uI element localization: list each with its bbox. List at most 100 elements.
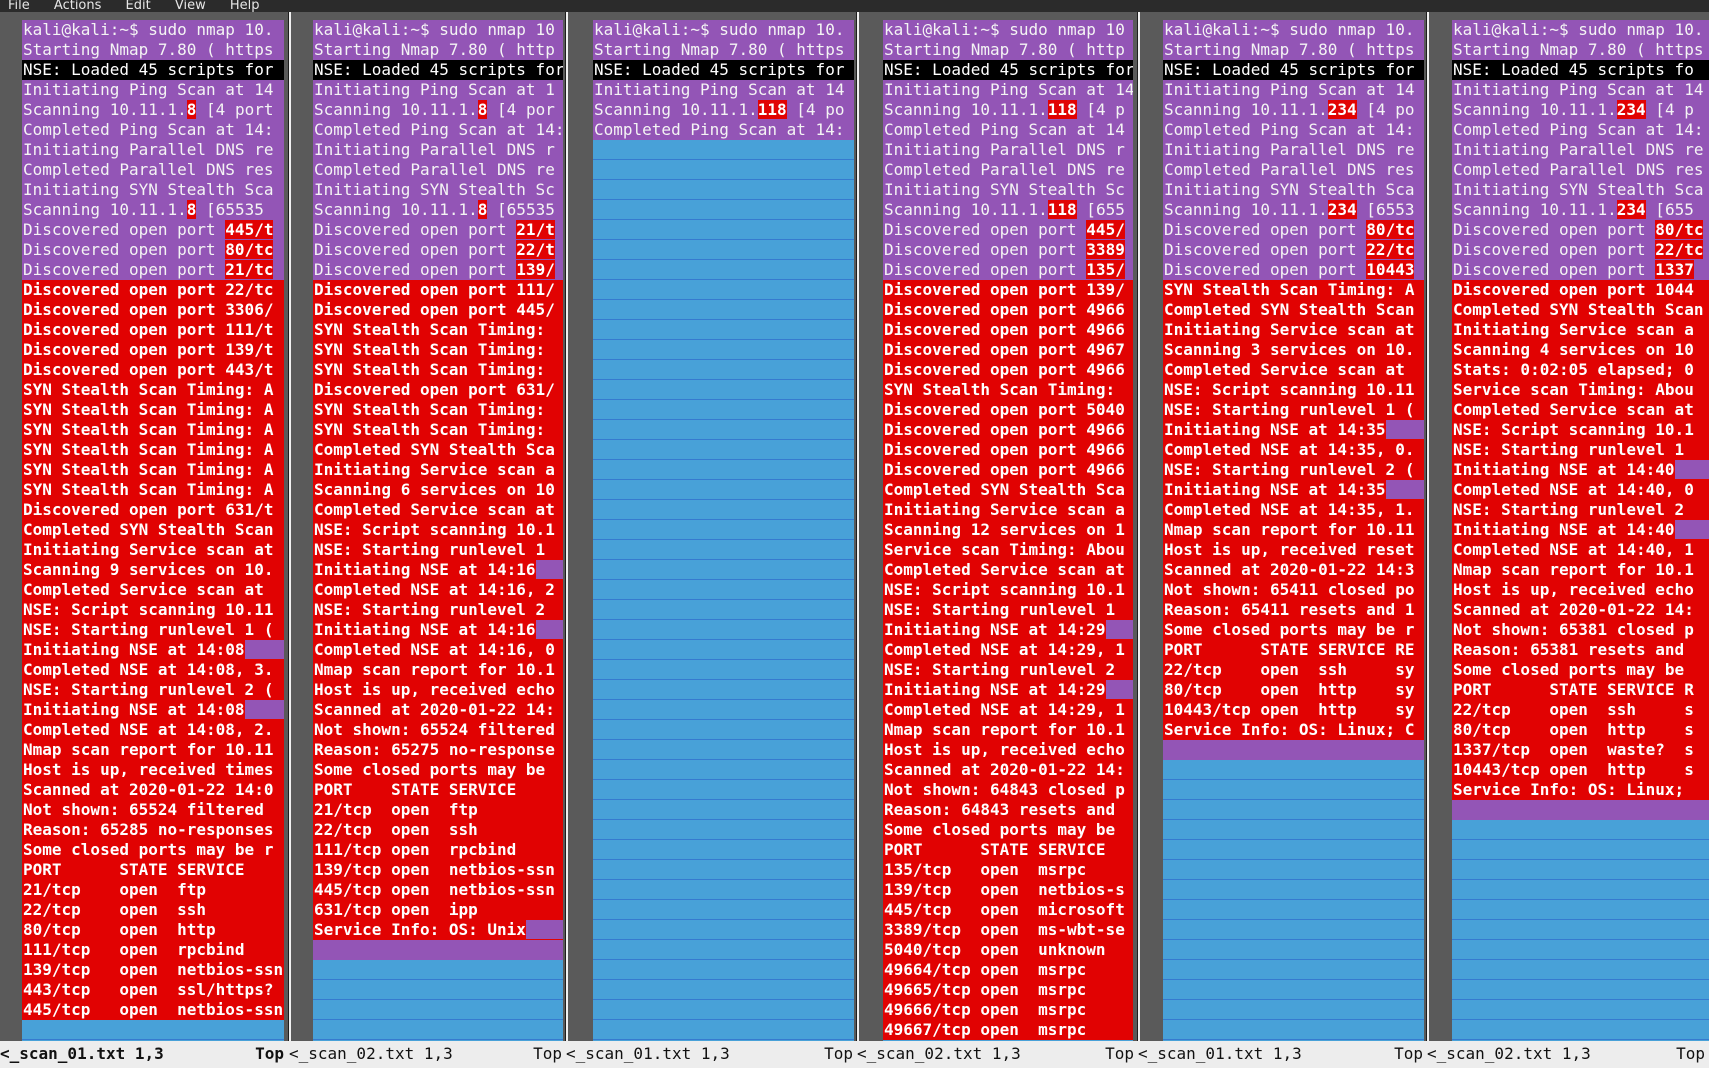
line-text: Not shown: 65524 filtered bbox=[23, 800, 274, 819]
output-line: Completed NSE at 14:29, 1 bbox=[883, 640, 1133, 660]
menu-actions[interactable]: Actions bbox=[54, 0, 102, 12]
output-line: Initiating Service scan at bbox=[22, 540, 284, 560]
line-text: 139/tcp open netbios-s bbox=[884, 880, 1125, 899]
line-text: SYN Stealth Scan Timing: bbox=[314, 340, 555, 359]
pane-text-area[interactable]: kali@kali:~$ sudo nmap 10. Starting Nmap … bbox=[593, 20, 854, 1053]
line-text-rest: [4 po bbox=[786, 100, 845, 119]
output-line: Service Info: OS: Linux; bbox=[1452, 780, 1709, 800]
line-text: Starting Nmap 7.80 ( http bbox=[314, 40, 555, 59]
highlight-match: 139/ bbox=[516, 260, 555, 279]
output-line: Some closed ports may be bbox=[1452, 660, 1709, 680]
menu-file[interactable]: File bbox=[8, 0, 30, 12]
output-line: Host is up, received echo bbox=[313, 680, 563, 700]
output-line: kali@kali:~$ sudo nmap 10. bbox=[22, 20, 284, 40]
line-text: Starting Nmap 7.80 ( https bbox=[594, 40, 845, 59]
line-text: Completed Parallel DNS res bbox=[1453, 160, 1704, 179]
vim-split-panes: kali@kali:~$ sudo nmap 10. Starting Nmap … bbox=[0, 12, 1709, 1053]
vim-pane-2[interactable]: kali@kali:~$ sudo nmap 10 Starting Nmap 7… bbox=[291, 12, 565, 1053]
diff-change-marker bbox=[1674, 460, 1709, 479]
line-text: 111/tcp open rpcbind bbox=[314, 840, 517, 859]
line-text: Initiating SYN Stealth Sc bbox=[884, 180, 1125, 199]
output-line: Reason: 65285 no-responses bbox=[22, 820, 284, 840]
line-text-rest: [655 bbox=[1076, 200, 1125, 219]
pane-text-area[interactable]: kali@kali:~$ sudo nmap 10. Starting Nmap … bbox=[1452, 20, 1709, 1053]
line-text: Some closed ports may be r bbox=[23, 840, 274, 859]
line-text: Completed NSE at 14:40, 0 bbox=[1453, 480, 1694, 499]
line-text: Scanned at 2020-01-22 14:0 bbox=[23, 780, 274, 799]
output-line: SYN Stealth Scan Timing: bbox=[313, 340, 563, 360]
line-text: PORT STATE SERVICE bbox=[314, 780, 517, 799]
output-line: Scanning 10.11.1.8 [4 port bbox=[22, 100, 284, 120]
line-text: Scanned at 2020-01-22 14: bbox=[884, 760, 1125, 779]
line-text: Discovered open port 443/t bbox=[23, 360, 274, 379]
output-line: Completed NSE at 14:35, 1. bbox=[1163, 500, 1424, 520]
output-line: Discovered open port 631/ bbox=[313, 380, 563, 400]
output-line: PORT STATE SERVICE bbox=[883, 840, 1133, 860]
line-text: Scanned at 2020-01-22 14: bbox=[314, 700, 555, 719]
menu-view[interactable]: View bbox=[175, 0, 206, 12]
line-text: Completed NSE at 14:40, 1 bbox=[1453, 540, 1694, 559]
output-line: SYN Stealth Scan Timing: A bbox=[22, 400, 284, 420]
line-text: Service scan Timing: Abou bbox=[1453, 380, 1694, 399]
output-line: NSE: Loaded 45 scripts for bbox=[883, 60, 1133, 80]
output-line: Completed Parallel DNS res bbox=[1163, 160, 1424, 180]
output-line: Initiating SYN Stealth Sc bbox=[313, 180, 563, 200]
output-line: NSE: Loaded 45 scripts fo bbox=[1452, 60, 1709, 80]
diff-change-marker bbox=[535, 560, 563, 579]
line-text: Initiating NSE at 14:16 bbox=[314, 620, 536, 639]
line-text: Completed NSE at 14:16, 0 bbox=[314, 640, 555, 659]
line-text: Reason: 65381 resets and bbox=[1453, 640, 1694, 659]
line-text: Scanning 10.11.1. bbox=[314, 100, 478, 119]
menu-help[interactable]: Help bbox=[230, 0, 260, 12]
output-line: Initiating Service scan at bbox=[1163, 320, 1424, 340]
output-line: NSE: Starting runlevel 2 bbox=[1452, 500, 1709, 520]
menu-edit[interactable]: Edit bbox=[126, 0, 151, 12]
output-line: Initiating Parallel DNS re bbox=[1163, 140, 1424, 160]
pane-text-area[interactable]: kali@kali:~$ sudo nmap 10. Starting Nmap … bbox=[22, 20, 284, 1053]
output-line: NSE: Starting runlevel 1 ( bbox=[1163, 400, 1424, 420]
output-line: Starting Nmap 7.80 ( http bbox=[313, 40, 563, 60]
output-line: Scanning 10.11.1.118 [655 bbox=[883, 200, 1133, 220]
line-text: NSE: Starting runlevel 2 bbox=[1453, 500, 1694, 519]
output-line: SYN Stealth Scan Timing: bbox=[313, 400, 563, 420]
line-text: Discovered open port 111/t bbox=[23, 320, 274, 339]
output-line: Completed SYN Stealth Sca bbox=[313, 440, 563, 460]
line-text: 10443/tcp open http sy bbox=[1164, 700, 1415, 719]
pane-text-area[interactable]: kali@kali:~$ sudo nmap 10. Starting Nmap … bbox=[1163, 20, 1424, 1053]
vim-pane-5[interactable]: kali@kali:~$ sudo nmap 10. Starting Nmap … bbox=[1140, 12, 1426, 1053]
output-line: Not shown: 65524 filtered bbox=[22, 800, 284, 820]
output-line: Discovered open port 4966 bbox=[883, 460, 1133, 480]
output-line: SYN Stealth Scan Timing: bbox=[313, 320, 563, 340]
line-text: SYN Stealth Scan Timing: A bbox=[23, 460, 274, 479]
line-text: Discovered open port 139/t bbox=[23, 340, 274, 359]
output-line: 1337/tcp open waste? s bbox=[1452, 740, 1709, 760]
line-text: Initiating Service scan a bbox=[314, 460, 555, 479]
output-line: kali@kali:~$ sudo nmap 10 bbox=[883, 20, 1133, 40]
pane-text-area[interactable]: kali@kali:~$ sudo nmap 10 Starting Nmap 7… bbox=[883, 20, 1133, 1053]
pane-text-area[interactable]: kali@kali:~$ sudo nmap 10 Starting Nmap 7… bbox=[313, 20, 563, 1053]
output-line: Scanning 4 services on 10 bbox=[1452, 340, 1709, 360]
line-text: Nmap scan report for 10.11 bbox=[1164, 520, 1415, 539]
line-text: NSE: Script scanning 10.1 bbox=[314, 520, 555, 539]
vim-pane-4[interactable]: kali@kali:~$ sudo nmap 10 Starting Nmap 7… bbox=[859, 12, 1137, 1053]
vim-pane-6[interactable]: kali@kali:~$ sudo nmap 10. Starting Nmap … bbox=[1429, 12, 1709, 1053]
line-text: SYN Stealth Scan Timing: A bbox=[23, 480, 274, 499]
output-line: NSE: Script scanning 10.1 bbox=[883, 580, 1133, 600]
line-text: NSE: Script scanning 10.1 bbox=[1453, 420, 1694, 439]
highlight-match: 445/ bbox=[1086, 220, 1125, 239]
output-line: Discovered open port 111/ bbox=[313, 280, 563, 300]
line-text: Initiating NSE at 14:16 bbox=[314, 560, 536, 579]
line-text: Completed Ping Scan at 14 bbox=[884, 120, 1125, 139]
highlight-match: 118 bbox=[1047, 100, 1077, 119]
highlight-match: 22/tc bbox=[1655, 240, 1704, 259]
output-line: Discovered open port 631/t bbox=[22, 500, 284, 520]
vim-pane-3[interactable]: kali@kali:~$ sudo nmap 10. Starting Nmap … bbox=[568, 12, 856, 1053]
output-line: Completed SYN Stealth Sca bbox=[883, 480, 1133, 500]
line-text: Discovered open port bbox=[884, 240, 1087, 259]
output-line: Completed SYN Stealth Scan bbox=[22, 520, 284, 540]
output-line: Scanned at 2020-01-22 14: bbox=[883, 760, 1133, 780]
output-line: NSE: Loaded 45 scripts for bbox=[1163, 60, 1424, 80]
output-line: Initiating NSE at 14:08 bbox=[22, 700, 284, 720]
line-text: 80/tcp open http sy bbox=[1164, 680, 1415, 699]
vim-pane-1[interactable]: kali@kali:~$ sudo nmap 10. Starting Nmap … bbox=[0, 12, 288, 1053]
